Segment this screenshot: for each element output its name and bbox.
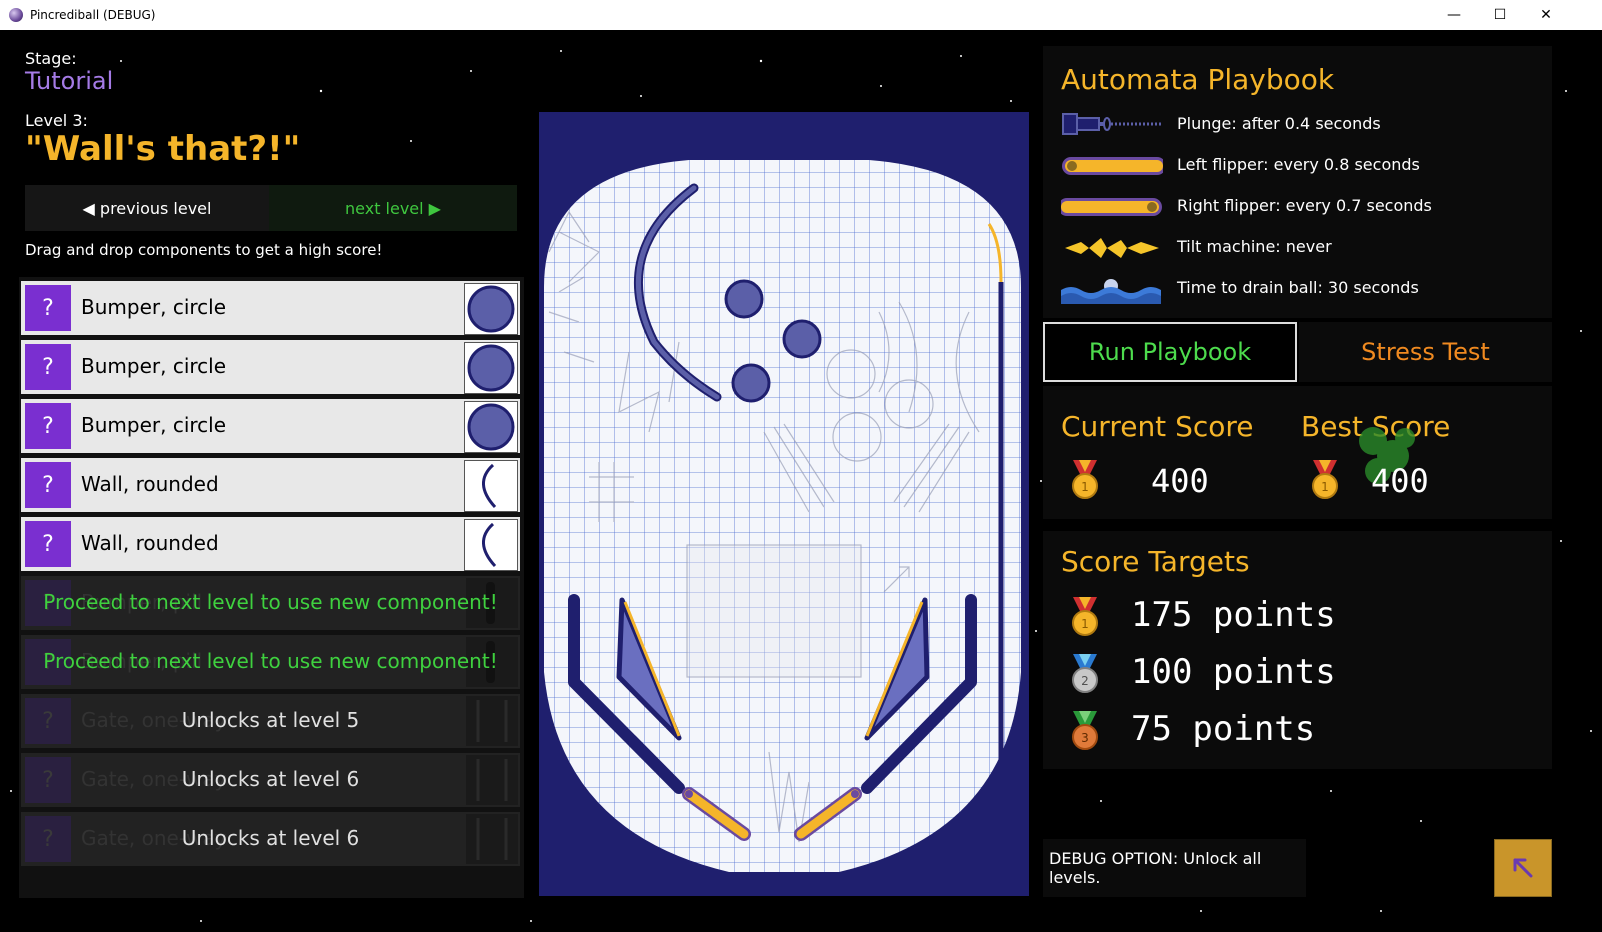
component-item[interactable]: ? Wall, rounded [21,517,520,571]
stress-test-button[interactable]: Stress Test [1299,322,1552,382]
drain-icon[interactable] [1061,274,1163,304]
bumper-circle-icon [464,401,518,453]
component-name: Wall, rounded [81,531,219,555]
score-targets-panel: Score Targets 1 175 points 2 100 points … [1043,531,1552,769]
automata-playbook-panel: Automata Playbook Plunge: after 0.4 seco… [1043,46,1552,318]
circle-bumper[interactable] [782,319,822,359]
playbook-right-flipper: Right flipper: every 0.7 seconds [1177,196,1432,215]
target-gold: 175 points [1131,595,1336,635]
instructions-text: Drag and drop components to get a high s… [25,241,383,259]
stage-name: Tutorial [25,67,114,95]
unknown-component-icon: ? [25,403,71,449]
close-button[interactable]: ✕ [1523,0,1569,30]
playbook-left-flipper: Left flipper: every 0.8 seconds [1177,155,1420,174]
level-label: Level 3: [25,111,88,130]
current-score-label: Current Score [1061,410,1254,443]
run-playbook-button[interactable]: Run Playbook [1043,322,1297,382]
component-item[interactable]: ? Wall, rounded [21,458,520,512]
stage-label: Stage: [25,49,77,68]
component-item-locked: ? Gate, one-way Unlocks at level 6 [21,812,520,866]
circle-bumper[interactable] [724,279,764,319]
svg-text:1: 1 [1321,480,1329,494]
svg-text:3: 3 [1081,731,1089,745]
target-silver: 100 points [1131,652,1336,692]
component-list: ? Bumper, circle ? Bumper, circle ? Bump… [19,277,524,898]
arrow-up-left-icon [1513,858,1533,878]
playbook-title: Automata Playbook [1061,63,1335,96]
component-item[interactable]: ? Bumper, circle [21,399,520,453]
window-title: Pincrediball (DEBUG) [30,8,156,22]
component-name: Bumper, circle [81,413,227,437]
unknown-component-icon: ? [25,462,71,508]
svg-text:2: 2 [1081,674,1089,688]
debug-unlock-option[interactable]: DEBUG OPTION: Unlock all levels. [1043,839,1306,897]
app-icon [9,8,23,22]
bronze-medal-icon: 3 [1072,711,1098,750]
svg-text:1: 1 [1081,480,1089,494]
component-locked-message: Unlocks at level 6 [181,826,360,850]
playbook-tilt: Tilt machine: never [1177,237,1332,256]
component-locked-message: Proceed to next level to use new compone… [43,649,498,673]
plunger-icon[interactable] [1061,110,1163,138]
previous-level-button[interactable]: ◀ previous level [25,185,269,231]
score-panel: Current Score 1 400 Best Score 1 400 [1043,386,1552,519]
unknown-component-icon: ? [25,285,71,331]
unknown-component-icon: ? [25,344,71,390]
gold-medal-icon: 1 [1072,597,1098,636]
pinball-board[interactable] [539,112,1029,896]
component-item[interactable]: ? Bumper, circle [21,340,520,394]
game-screen: Stage: Tutorial Level 3: "Wall's that?!"… [1,31,1601,931]
bumper-circle-icon [464,342,518,394]
component-item[interactable]: ? Bumper, circle [21,281,520,335]
component-item-locked: ? Bumper, pill Proceed to next level to … [21,635,520,689]
svg-text:1: 1 [1081,617,1089,631]
maximize-button[interactable]: ☐ [1477,0,1523,30]
current-score-value: 400 [1151,462,1209,500]
left-flipper-icon[interactable] [1061,152,1163,180]
component-name: Bumper, circle [81,354,227,378]
wall-rounded-icon [464,460,518,512]
window-titlebar: Pincrediball (DEBUG) — ☐ ✕ [0,0,1602,30]
wall-rounded-icon [464,519,518,571]
gold-medal-icon: 1 [1312,460,1338,499]
component-item-locked: ? Gate, one-way Unlocks at level 6 [21,753,520,807]
level-title: "Wall's that?!" [25,129,301,169]
component-item-locked: ? Gate, one-way Unlocks at level 5 [21,694,520,748]
component-item-locked: ? Bumper, pill Proceed to next level to … [21,576,520,630]
target-bronze: 75 points [1131,709,1316,749]
right-flipper-icon[interactable] [1061,193,1163,221]
playbook-plunge: Plunge: after 0.4 seconds [1177,114,1381,133]
next-level-button[interactable]: next level ▶ [269,185,517,231]
minimize-button[interactable]: — [1431,0,1477,30]
bumper-circle-icon [464,283,518,335]
silver-medal-icon: 2 [1072,654,1098,693]
component-name: Wall, rounded [81,472,219,496]
component-name: Bumper, circle [81,295,227,319]
unknown-component-icon: ? [25,521,71,567]
score-targets-title: Score Targets [1061,545,1250,578]
playbook-drain: Time to drain ball: 30 seconds [1177,278,1419,297]
component-locked-message: Unlocks at level 6 [181,767,360,791]
expand-arrow-button[interactable] [1494,839,1552,897]
gold-medal-icon: 1 [1072,460,1098,499]
best-score-value: 400 [1371,462,1429,500]
component-locked-message: Unlocks at level 5 [181,708,360,732]
tilt-icon[interactable] [1061,234,1163,262]
component-locked-message: Proceed to next level to use new compone… [43,590,498,614]
circle-bumper[interactable] [731,363,771,403]
playfield [544,160,1021,872]
